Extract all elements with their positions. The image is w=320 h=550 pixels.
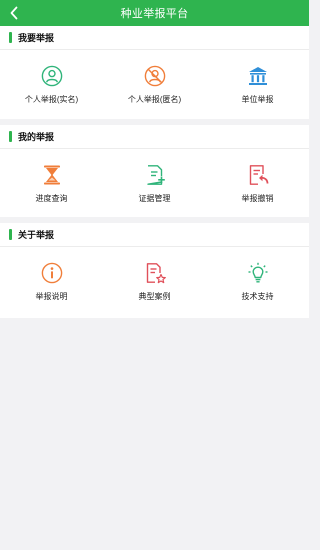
hourglass-icon xyxy=(39,162,65,188)
section-header: 关于举报 xyxy=(0,223,309,247)
menu-item-label: 技术支持 xyxy=(241,292,274,301)
menu-item-report-instructions[interactable]: 举报说明 xyxy=(0,247,103,318)
menu-item-anonymous-report[interactable]: 个人举报(匿名) xyxy=(103,50,206,119)
section-accent-bar xyxy=(9,131,12,142)
menu-item-label: 单位举报 xyxy=(241,95,274,104)
menu-grid: 个人举报(实名) 个人举报(匿名) 单位举报 xyxy=(0,50,309,119)
person-icon xyxy=(39,63,65,89)
section-my-reports: 我的举报 进度查询 证据管理 举报撤销 xyxy=(0,125,309,217)
page-title: 种业举报平台 xyxy=(120,8,189,20)
section-title: 关于举报 xyxy=(18,230,55,240)
back-button[interactable] xyxy=(4,3,24,23)
menu-grid: 举报说明 典型案例 技术支持 xyxy=(0,247,309,318)
section-report: 我要举报 个人举报(实名) 个人举报(匿名) 单位举报 xyxy=(0,26,309,119)
menu-item-real-name-report[interactable]: 个人举报(实名) xyxy=(0,50,103,119)
menu-item-label: 举报说明 xyxy=(35,292,68,301)
document-star-icon xyxy=(142,260,168,286)
menu-grid: 进度查询 证据管理 举报撤销 xyxy=(0,149,309,217)
menu-item-evidence-management[interactable]: 证据管理 xyxy=(103,149,206,217)
section-header: 我要举报 xyxy=(0,26,309,50)
section-header: 我的举报 xyxy=(0,125,309,149)
section-title: 我的举报 xyxy=(18,132,55,142)
menu-item-organization-report[interactable]: 单位举报 xyxy=(206,50,309,119)
menu-item-label: 进度查询 xyxy=(35,194,68,203)
section-title: 我要举报 xyxy=(18,33,55,43)
building-icon xyxy=(245,63,271,89)
menu-item-label: 举报撤销 xyxy=(241,194,274,203)
back-arrow-icon xyxy=(10,6,18,20)
document-undo-icon xyxy=(245,162,271,188)
menu-item-label: 证据管理 xyxy=(138,194,171,203)
lightbulb-icon xyxy=(245,260,271,286)
section-about: 关于举报 举报说明 典型案例 技术支持 xyxy=(0,223,309,318)
section-accent-bar xyxy=(9,229,12,240)
menu-item-progress-query[interactable]: 进度查询 xyxy=(0,149,103,217)
section-accent-bar xyxy=(9,32,12,43)
info-icon xyxy=(39,260,65,286)
menu-item-label: 个人举报(匿名) xyxy=(127,95,182,104)
menu-item-label: 个人举报(实名) xyxy=(24,95,79,104)
menu-item-typical-cases[interactable]: 典型案例 xyxy=(103,247,206,318)
app-header: 种业举报平台 xyxy=(0,0,309,26)
menu-item-label: 典型案例 xyxy=(138,292,171,301)
person-anonymous-icon xyxy=(142,63,168,89)
document-add-icon xyxy=(142,162,168,188)
menu-item-report-withdraw[interactable]: 举报撤销 xyxy=(206,149,309,217)
menu-item-technical-support[interactable]: 技术支持 xyxy=(206,247,309,318)
